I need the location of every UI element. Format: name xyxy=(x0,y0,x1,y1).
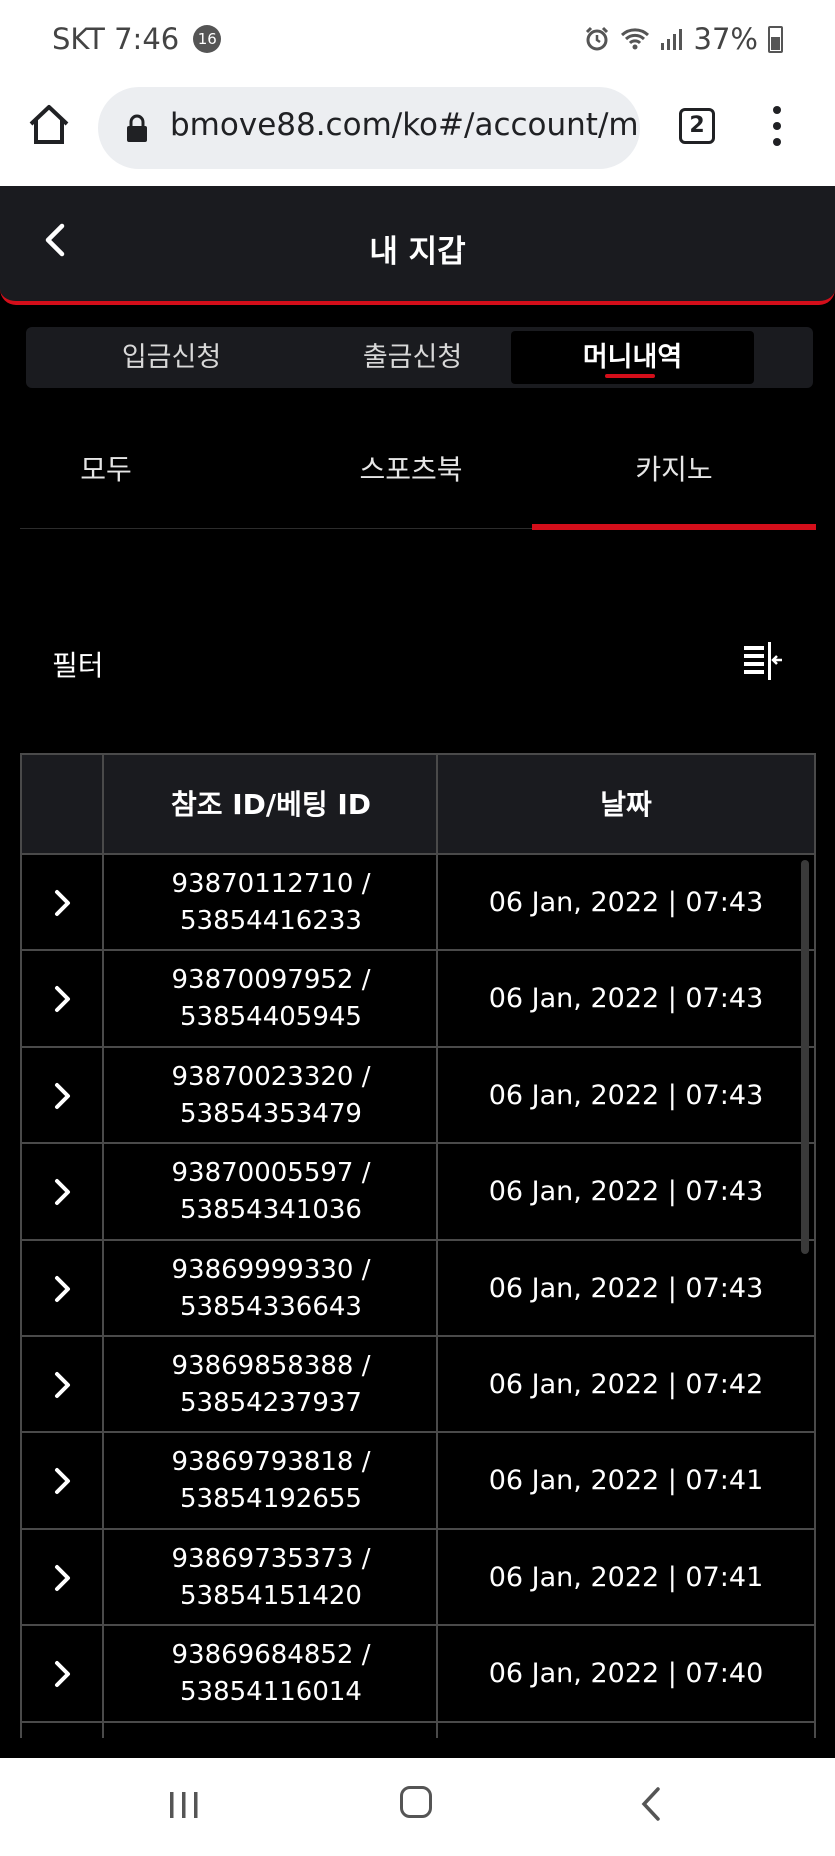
active-subtab-indicator xyxy=(532,524,816,530)
chevron-right-icon[interactable] xyxy=(52,1369,74,1401)
cell-ref-bet-id: 93870097952 / 53854405945 xyxy=(104,951,438,1047)
browser-toolbar: bmove88.com/ko#/account/my 2 xyxy=(0,80,835,186)
nav-home-icon[interactable] xyxy=(400,1786,432,1818)
column-divider xyxy=(436,753,438,1738)
wifi-icon xyxy=(620,28,649,50)
ref-id: 93869684852 / xyxy=(171,1640,371,1671)
bet-id: 53854353479 xyxy=(180,1098,362,1129)
chevron-right-icon[interactable] xyxy=(52,1080,74,1112)
cell-ref-bet-id: 93869793818 / 53854192655 xyxy=(104,1433,438,1529)
table-row[interactable]: 93870005597 / 53854341036 06 Jan, 2022 | 0… xyxy=(22,1144,814,1241)
tab-money-history-label: 머니내역 xyxy=(582,342,683,373)
chevron-right-icon[interactable] xyxy=(52,1176,74,1208)
tab-deposit[interactable]: 입금신청 xyxy=(50,331,293,384)
cell-date: 06 Jan, 2022 | 07:43 xyxy=(488,983,764,1015)
history-table: 참조 ID/베팅 ID 날짜 93870112710 / 53854416233 0… xyxy=(20,753,816,1738)
recents-icon[interactable] xyxy=(168,1790,200,1820)
cell-date: 06 Jan, 2022 | 07:41 xyxy=(488,1561,764,1593)
chevron-right-icon[interactable] xyxy=(52,1562,74,1594)
cell-date: 06 Jan, 2022 | 07:42 xyxy=(488,1368,764,1400)
history-subtabs: 모두 스포츠북 카지노 xyxy=(20,420,816,530)
ref-id: 93870023320 / xyxy=(171,1061,371,1092)
subtab-all[interactable]: 모두 xyxy=(20,420,192,529)
cell-date: 06 Jan, 2022 | 07:40 xyxy=(488,1658,764,1690)
signal-icon xyxy=(660,29,682,50)
table-row[interactable]: 93869999330 / 53854336643 06 Jan, 2022 | 0… xyxy=(22,1241,814,1337)
table-body: 93870112710 / 53854416233 06 Jan, 2022 | 0… xyxy=(22,855,814,1723)
ref-id: 93869858388 / xyxy=(171,1350,371,1381)
filter-label: 필터 xyxy=(52,649,104,682)
bet-id: 53854341036 xyxy=(180,1195,362,1226)
cell-ref-bet-id: 93870112710 / 53854416233 xyxy=(104,855,438,951)
notification-count-badge: 16 xyxy=(193,25,222,53)
table-row[interactable]: 93870097952 / 53854405945 06 Jan, 2022 | 0… xyxy=(22,951,814,1048)
cell-ref-bet-id: 93870005597 / 53854341036 xyxy=(104,1144,438,1240)
address-bar[interactable]: bmove88.com/ko#/account/my xyxy=(98,87,640,169)
table-row[interactable]: 93869684852 / 53854116014 06 Jan, 2022 | 0… xyxy=(22,1626,814,1723)
header-ref-id: 참조 ID/베팅 ID xyxy=(170,788,372,821)
ref-id: 93870112710 / xyxy=(171,869,371,899)
system-nav-bar xyxy=(0,1758,835,1856)
tab-switcher-icon[interactable]: 2 xyxy=(679,108,715,144)
ref-id: 93870005597 / xyxy=(171,1158,371,1189)
carrier-time: SKT 7:46 xyxy=(52,22,180,56)
table-row[interactable]: 93869858388 / 53854237937 06 Jan, 2022 | 0… xyxy=(22,1337,814,1434)
table-row[interactable]: 93869735373 / 53854151420 06 Jan, 2022 | 0… xyxy=(22,1530,814,1627)
chevron-right-icon[interactable] xyxy=(52,1273,74,1305)
cell-ref-bet-id: 93869858388 / 53854237937 xyxy=(104,1337,438,1433)
status-bar: SKT 7:46 16 37% xyxy=(0,0,835,80)
cell-ref-bet-id: 93869735373 / 53854151420 xyxy=(104,1530,438,1626)
table-scrollbar[interactable] xyxy=(801,860,809,1254)
home-icon[interactable] xyxy=(26,102,72,148)
bet-id: 53854192655 xyxy=(180,1484,362,1515)
subtab-casino[interactable]: 카지노 xyxy=(532,420,816,530)
bet-id: 53854116014 xyxy=(180,1677,362,1708)
filter-icon[interactable] xyxy=(742,642,784,680)
table-row[interactable]: 93870112710 / 53854416233 06 Jan, 2022 | 0… xyxy=(22,855,814,952)
bet-id: 53854151420 xyxy=(180,1580,362,1611)
ref-id: 93869735373 / xyxy=(171,1543,371,1574)
subtab-casino-label: 카지노 xyxy=(635,453,713,486)
bet-id: 53854416233 xyxy=(180,906,362,936)
wallet-segment-tabs: 입금신청 출금신청 머니내역 xyxy=(26,327,813,388)
active-tab-indicator xyxy=(605,374,655,378)
cell-date: 06 Jan, 2022 | 07:43 xyxy=(488,1272,764,1304)
tab-money-history[interactable]: 머니내역 xyxy=(511,331,754,384)
ref-id: 93870097952 / xyxy=(171,965,371,996)
tab-withdraw[interactable]: 출금신청 xyxy=(291,331,534,384)
ref-id: 93869999330 / xyxy=(171,1254,371,1285)
bet-id: 53854405945 xyxy=(180,1002,362,1033)
chevron-right-icon[interactable] xyxy=(52,983,74,1015)
chevron-right-icon[interactable] xyxy=(52,887,74,919)
bet-id: 53854336643 xyxy=(180,1291,362,1322)
alarm-icon xyxy=(585,26,608,51)
chevron-right-icon[interactable] xyxy=(52,1658,74,1690)
url-text: bmove88.com/ko#/account/my xyxy=(170,107,640,143)
page-title: 내 지갑 xyxy=(369,234,466,270)
cell-date: 06 Jan, 2022 | 07:43 xyxy=(488,1176,764,1208)
status-left: SKT 7:46 16 xyxy=(52,22,222,56)
battery-icon xyxy=(768,25,783,53)
lock-icon xyxy=(127,114,147,142)
battery-percent: 37% xyxy=(693,22,758,56)
app-header: 내 지갑 xyxy=(0,186,835,305)
header-date: 날짜 xyxy=(600,788,652,821)
column-divider xyxy=(102,753,104,1738)
status-right: 37% xyxy=(584,22,783,56)
bet-id: 53854237937 xyxy=(180,1387,362,1418)
cell-ref-bet-id: 93869684852 / 53854116014 xyxy=(104,1626,438,1722)
table-header: 참조 ID/베팅 ID 날짜 xyxy=(22,753,814,855)
table-row[interactable]: 93870023320 / 53854353479 06 Jan, 2022 | 0… xyxy=(22,1048,814,1145)
cell-date: 06 Jan, 2022 | 07:43 xyxy=(488,1079,764,1111)
cell-date: 06 Jan, 2022 | 07:41 xyxy=(488,1465,764,1497)
more-vert-icon[interactable] xyxy=(770,106,784,146)
ref-id: 93869793818 / xyxy=(171,1447,371,1478)
cell-ref-bet-id: 93870023320 / 53854353479 xyxy=(104,1048,438,1144)
nav-back-icon[interactable] xyxy=(640,1786,662,1822)
cell-date: 06 Jan, 2022 | 07:43 xyxy=(488,887,764,918)
table-row[interactable]: 93869793818 / 53854192655 06 Jan, 2022 | 0… xyxy=(22,1433,814,1530)
chevron-right-icon[interactable] xyxy=(52,1465,74,1497)
cell-ref-bet-id: 93869999330 / 53854336643 xyxy=(104,1241,438,1337)
